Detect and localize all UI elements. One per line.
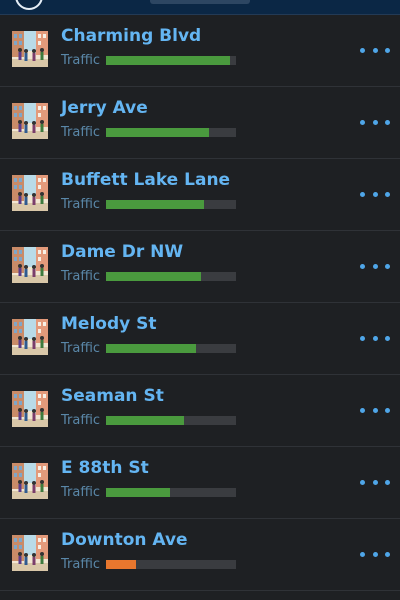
street-name: Downton Ave bbox=[61, 530, 188, 550]
street-row[interactable]: Seaman St Traffic bbox=[0, 375, 400, 447]
street-name: Jerry Ave bbox=[61, 98, 148, 118]
traffic-bar bbox=[106, 128, 236, 137]
traffic-label: Traffic bbox=[61, 269, 101, 284]
traffic-label: Traffic bbox=[61, 125, 101, 140]
more-options-icon[interactable] bbox=[360, 251, 390, 281]
street-row[interactable]: Charming Blvd Traffic bbox=[0, 15, 400, 87]
street-name: E 88th St bbox=[61, 458, 149, 478]
traffic-bar-fill bbox=[106, 272, 201, 281]
traffic-bar-fill bbox=[106, 488, 170, 497]
more-options-icon[interactable] bbox=[360, 107, 390, 137]
street-scene-icon bbox=[12, 391, 48, 427]
street-name: Charming Blvd bbox=[61, 26, 202, 46]
street-name: Dame Dr NW bbox=[61, 242, 184, 262]
traffic-label: Traffic bbox=[61, 197, 101, 212]
street-scene-icon bbox=[12, 247, 48, 283]
traffic-label: Traffic bbox=[61, 413, 101, 428]
traffic-bar bbox=[106, 200, 236, 209]
traffic-bar-fill bbox=[106, 56, 230, 65]
street-scene-icon bbox=[12, 463, 48, 499]
traffic-bar-fill bbox=[106, 128, 209, 137]
traffic-bar bbox=[106, 488, 236, 497]
street-scene-icon bbox=[12, 175, 48, 211]
street-name: Seaman St bbox=[61, 386, 164, 406]
nav-title bbox=[150, 0, 250, 4]
more-options-icon[interactable] bbox=[360, 467, 390, 497]
top-navigation-bar bbox=[0, 0, 400, 15]
street-row[interactable]: Buffett Lake Lane Traffic bbox=[0, 159, 400, 231]
more-options-icon[interactable] bbox=[360, 395, 390, 425]
more-options-icon[interactable] bbox=[360, 179, 390, 209]
street-list: Charming Blvd Traffic Jerry Ave Traffic … bbox=[0, 15, 400, 591]
street-row[interactable]: Jerry Ave Traffic bbox=[0, 87, 400, 159]
more-options-icon[interactable] bbox=[360, 35, 390, 65]
more-options-icon[interactable] bbox=[360, 539, 390, 569]
traffic-bar-fill bbox=[106, 344, 196, 353]
traffic-bar bbox=[106, 56, 236, 65]
traffic-bar-fill bbox=[106, 560, 136, 569]
traffic-bar bbox=[106, 560, 236, 569]
street-row[interactable]: Melody St Traffic bbox=[0, 303, 400, 375]
back-button[interactable] bbox=[15, 0, 43, 10]
street-scene-icon bbox=[12, 535, 48, 571]
traffic-bar bbox=[106, 416, 236, 425]
traffic-bar bbox=[106, 272, 236, 281]
street-row[interactable]: Downton Ave Traffic bbox=[0, 519, 400, 591]
street-scene-icon bbox=[12, 31, 48, 67]
street-scene-icon bbox=[12, 103, 48, 139]
traffic-label: Traffic bbox=[61, 341, 101, 356]
traffic-bar-fill bbox=[106, 416, 184, 425]
street-name: Melody St bbox=[61, 314, 157, 334]
street-row[interactable]: E 88th St Traffic bbox=[0, 447, 400, 519]
traffic-label: Traffic bbox=[61, 53, 101, 68]
more-options-icon[interactable] bbox=[360, 323, 390, 353]
street-row[interactable]: Dame Dr NW Traffic bbox=[0, 231, 400, 303]
street-scene-icon bbox=[12, 319, 48, 355]
traffic-bar bbox=[106, 344, 236, 353]
traffic-label: Traffic bbox=[61, 557, 101, 572]
traffic-label: Traffic bbox=[61, 485, 101, 500]
traffic-bar-fill bbox=[106, 200, 204, 209]
street-name: Buffett Lake Lane bbox=[61, 170, 231, 190]
